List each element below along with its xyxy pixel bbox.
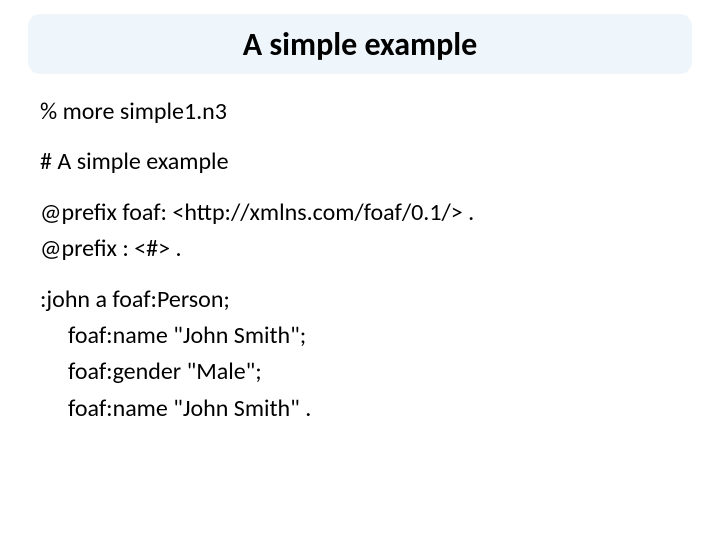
code-line: foaf:name "John Smith" . (40, 393, 680, 425)
code-line: foaf:gender "Male"; (40, 356, 680, 388)
title-box: A simple example (28, 14, 692, 74)
code-line: :john a foaf:Person; (40, 284, 680, 316)
code-line: foaf:name "John Smith"; (40, 320, 680, 352)
slide-body: % more simple1.n3 # A simple example @pr… (40, 96, 680, 443)
slide: A simple example % more simple1.n3 # A s… (0, 0, 720, 540)
code-line: # A simple example (40, 146, 680, 178)
slide-title: A simple example (243, 25, 477, 64)
code-line: % more simple1.n3 (40, 96, 680, 128)
code-line: @prefix foaf: <http://xmlns.com/foaf/0.1… (40, 197, 680, 229)
code-line: @prefix : <#> . (40, 233, 680, 265)
